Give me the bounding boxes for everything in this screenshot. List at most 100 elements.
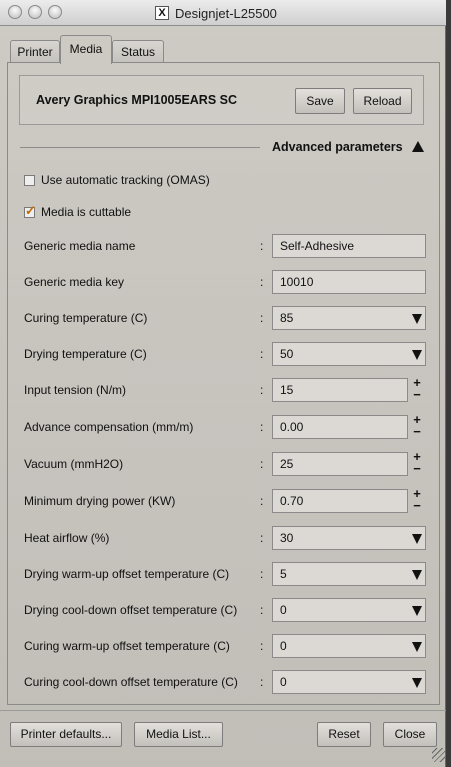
drying-warmup-offset-select[interactable]: 5	[272, 562, 426, 586]
media-cuttable-label: Media is cuttable	[41, 205, 132, 219]
param-label: Vacuum (mmH2O)	[24, 457, 124, 471]
generic-media-key-field[interactable]: 10010	[272, 270, 426, 294]
param-label: Curing warm-up offset temperature (C)	[24, 639, 230, 653]
param-row-generic-media-name: Generic media name : Self-Adhesive	[24, 234, 426, 258]
dropdown-arrow-icon[interactable]	[410, 528, 424, 548]
advance-compensation-field[interactable]: 0.00	[272, 415, 408, 439]
advanced-divider	[20, 147, 260, 148]
reload-button[interactable]: Reload	[353, 88, 412, 114]
reset-button[interactable]: Reset	[317, 722, 371, 747]
footer-divider	[0, 710, 446, 711]
param-row-curing-warmup-offset: Curing warm-up offset temperature (C) : …	[24, 634, 426, 658]
decrement-icon[interactable]: −	[410, 388, 424, 401]
input-tension-field[interactable]: 15	[272, 378, 408, 402]
param-row-generic-media-key: Generic media key : 10010	[24, 270, 426, 294]
colon-separator: :	[260, 311, 264, 325]
select-value: 0	[280, 639, 287, 653]
tab-printer[interactable]: Printer	[10, 40, 60, 62]
x11-app-icon: X	[155, 6, 169, 20]
param-label: Heat airflow (%)	[24, 531, 110, 545]
collapse-triangle-icon[interactable]	[412, 141, 424, 152]
media-cuttable-checkbox[interactable]: ✓	[24, 202, 36, 218]
param-label: Drying temperature (C)	[24, 347, 147, 361]
zoom-window-button[interactable]	[48, 5, 62, 19]
select-value: 0	[280, 675, 287, 689]
dropdown-arrow-icon[interactable]	[410, 308, 424, 328]
checkmark-icon: ✓	[25, 202, 36, 218]
colon-separator: :	[260, 603, 264, 617]
printer-defaults-button[interactable]: Printer defaults...	[10, 722, 122, 747]
tab-status[interactable]: Status	[112, 40, 164, 62]
select-value: 30	[280, 531, 294, 545]
omas-tracking-checkbox-row[interactable]: Use automatic tracking (OMAS)	[24, 172, 210, 188]
media-name-label: Avery Graphics MPI1005EARS SC	[36, 93, 238, 107]
minimum-drying-power-field[interactable]: 0.70	[272, 489, 408, 513]
param-row-drying-cooldown-offset: Drying cool-down offset temperature (C) …	[24, 598, 426, 622]
decrement-icon[interactable]: −	[410, 462, 424, 475]
dropdown-arrow-icon[interactable]	[410, 564, 424, 584]
param-label: Advance compensation (mm/m)	[24, 420, 194, 434]
colon-separator: :	[260, 531, 264, 545]
colon-separator: :	[260, 675, 264, 689]
input-tension-stepper: + −	[410, 376, 424, 402]
param-row-input-tension: Input tension (N/m) : 15 + −	[24, 376, 426, 402]
vacuum-stepper: + −	[410, 450, 424, 476]
colon-separator: :	[260, 420, 264, 434]
param-label: Input tension (N/m)	[24, 383, 127, 397]
decrement-icon[interactable]: −	[410, 499, 424, 512]
param-row-vacuum: Vacuum (mmH2O) : 25 + −	[24, 450, 426, 476]
drying-cooldown-offset-select[interactable]: 0	[272, 598, 426, 622]
save-button[interactable]: Save	[295, 88, 345, 114]
param-row-heat-airflow: Heat airflow (%) : 30	[24, 526, 426, 550]
dropdown-arrow-icon[interactable]	[410, 344, 424, 364]
title-bar[interactable]: X Designjet-L25500	[0, 0, 446, 26]
close-button[interactable]: Close	[383, 722, 437, 747]
param-row-drying-temperature: Drying temperature (C) : 50	[24, 342, 426, 366]
dropdown-arrow-icon[interactable]	[410, 636, 424, 656]
select-value: 0	[280, 603, 287, 617]
param-row-curing-cooldown-offset: Curing cool-down offset temperature (C) …	[24, 670, 426, 694]
colon-separator: :	[260, 457, 264, 471]
param-label: Minimum drying power (KW)	[24, 494, 176, 508]
dropdown-arrow-icon[interactable]	[410, 600, 424, 620]
media-header-box: Avery Graphics MPI1005EARS SC Save Reloa…	[19, 75, 424, 125]
tab-media[interactable]: Media	[60, 35, 112, 64]
colon-separator: :	[260, 347, 264, 361]
param-label: Drying cool-down offset temperature (C)	[24, 603, 238, 617]
decrement-icon[interactable]: −	[410, 425, 424, 438]
colon-separator: :	[260, 567, 264, 581]
param-label: Generic media name	[24, 239, 136, 253]
curing-cooldown-offset-select[interactable]: 0	[272, 670, 426, 694]
curing-temperature-select[interactable]: 85	[272, 306, 426, 330]
param-row-advance-compensation: Advance compensation (mm/m) : 0.00 + −	[24, 413, 426, 439]
param-label: Generic media key	[24, 275, 125, 289]
curing-warmup-offset-select[interactable]: 0	[272, 634, 426, 658]
media-settings-window: X Designjet-L25500 Printer Media Status …	[0, 0, 446, 767]
omas-checkbox[interactable]	[24, 174, 35, 186]
window-title: Designjet-L25500	[175, 5, 277, 21]
vacuum-field[interactable]: 25	[272, 452, 408, 476]
advanced-parameters-label[interactable]: Advanced parameters	[272, 140, 403, 154]
param-row-drying-warmup-offset: Drying warm-up offset temperature (C) : …	[24, 562, 426, 586]
param-row-minimum-drying-power: Minimum drying power (KW) : 0.70 + −	[24, 487, 426, 513]
drying-temperature-select[interactable]: 50	[272, 342, 426, 366]
param-label: Drying warm-up offset temperature (C)	[24, 567, 230, 581]
media-list-button[interactable]: Media List...	[134, 722, 223, 747]
colon-separator: :	[260, 239, 264, 253]
select-value: 5	[280, 567, 287, 581]
generic-media-name-field[interactable]: Self-Adhesive	[272, 234, 426, 258]
media-cuttable-checkbox-row[interactable]: ✓ Media is cuttable	[24, 202, 132, 220]
minimum-drying-power-stepper: + −	[410, 487, 424, 513]
dropdown-arrow-icon[interactable]	[410, 672, 424, 692]
param-label: Curing temperature (C)	[24, 311, 148, 325]
close-window-button[interactable]	[8, 5, 22, 19]
param-row-curing-temperature: Curing temperature (C) : 85	[24, 306, 426, 330]
param-label: Curing cool-down offset temperature (C)	[24, 675, 238, 689]
minimize-window-button[interactable]	[28, 5, 42, 19]
select-value: 50	[280, 347, 294, 361]
omas-checkbox-label: Use automatic tracking (OMAS)	[41, 173, 210, 187]
heat-airflow-select[interactable]: 30	[272, 526, 426, 550]
colon-separator: :	[260, 383, 264, 397]
resize-grip-icon[interactable]	[432, 748, 446, 762]
window-title-group: X Designjet-L25500	[155, 5, 277, 21]
